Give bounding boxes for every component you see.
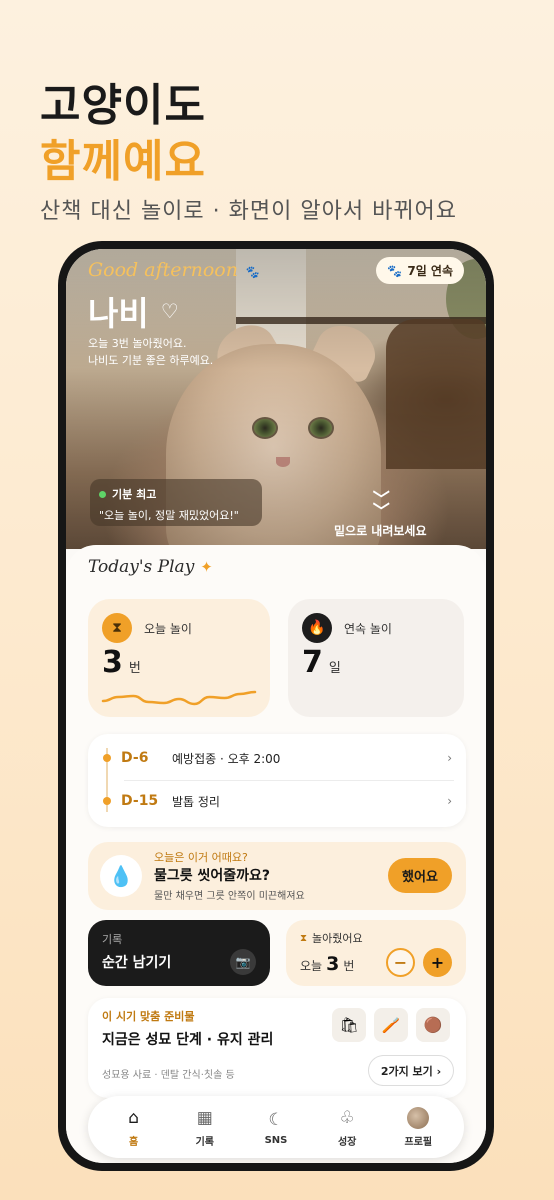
cat-description-line2: 나비도 기분 좋은 하루예요. [88,354,214,367]
streak-badge[interactable]: 🐾 7일 연속 [376,257,464,284]
chevron-down-icon: ﹀ ﹀ [372,490,390,522]
tab-label: SNS [264,1134,288,1146]
view-supplies-button[interactable]: 2가지 보기 › [368,1055,454,1086]
chevron-right-icon: › [447,794,452,808]
paw-icon: 🐾 [243,265,259,279]
counter-number: 3 [326,953,340,975]
stat-value: 3번 [102,645,141,680]
section-title-text: Today's Play [88,557,195,577]
tip-subtitle: 물만 채우면 그릇 안쪽이 미끈해져요 [154,891,305,902]
supplies-subtitle: 성묘용 사료 · 덴탈 간식·칫솔 등 [102,1070,235,1081]
mood-card: 기분 최고 "오늘 놀이, 정말 재밌었어요!" [90,479,262,526]
tab-profile[interactable]: 프로필 [388,1106,448,1148]
flame-icon: 🔥 [302,613,332,643]
tip-title: 물그릇 씻어줄까요? [154,868,271,884]
avatar-icon [407,1106,430,1129]
supplies-card: 이 시기 맞춤 준비물 지금은 성묘 단계 · 유지 관리 성묘용 사료 · 덴… [88,998,466,1098]
dday-tag: D-6 [121,750,149,766]
scroll-hint[interactable]: ﹀ ﹀ 밑으로 내려보세요 [334,490,427,539]
ribbon-icon: ⧗ [102,613,132,643]
stat-number: 3 [102,645,123,680]
cat-name: 나비 ♡ [88,287,179,335]
schedule-item[interactable]: D-15 발톱 정리 › [88,781,466,821]
record-moment-card[interactable]: 기록 순간 남기기 📷 [88,920,270,986]
hero-title-line2: 함께예요 [40,136,206,187]
counter-prefix: 오늘 [300,959,323,973]
stat-unit: 일 [328,661,341,676]
phone-frame: Good afternoon 🐾 🐾 7일 연속 나비 ♡ 오늘 3번 놀아줬어요. … [58,241,494,1171]
dday-tag: D-15 [121,793,159,809]
timeline-dot [103,754,111,762]
schedule-card: D-6 예방접종 · 오후 2:00 › D-15 발톱 정리 › [88,734,466,827]
toothbrush-icon[interactable]: 🪥 [374,1008,408,1042]
tab-growth[interactable]: ♧ 성장 [317,1107,377,1148]
tab-label: 성장 [337,1136,357,1148]
cat-name-text: 나비 [88,294,149,333]
counter-label: 놀아줬어요 [312,932,363,945]
greeting-text: Good afternoon [88,259,238,281]
stat-unit: 번 [128,661,141,676]
stat-value: 7일 [302,645,341,680]
bottom-tab-bar: ⌂ 홈 ▦ 기록 ☾ SNS ♧ 성장 프로필 [88,1096,464,1158]
grid-icon: ▦ [196,1107,213,1128]
counter-unit: 번 [343,959,355,973]
supplies-kicker: 이 시기 맞춤 준비물 [102,1010,195,1023]
scroll-hint-label: 밑으로 내려보세요 [334,524,427,538]
cat-description-line1: 오늘 3번 놀아줬어요. [88,337,187,350]
tip-kicker: 오늘은 이거 어때요? [154,851,248,864]
home-icon: ⌂ [128,1107,139,1128]
record-label: 기록 [102,933,123,946]
food-bag-icon[interactable]: 🛍 [332,1008,366,1042]
chevron-right-icon: › [447,751,452,765]
hero-title-line1: 고양이도 [40,80,206,131]
tip-card: 💧 오늘은 이거 어때요? 물그릇 씻어줄까요? 물만 채우면 그릇 안쪽이 미… [88,842,466,910]
heart-icon[interactable]: ♡ [161,299,179,323]
stat-card-streak[interactable]: 🔥 연속 놀이 7일 [288,599,464,717]
hero-heading: 고양이도 함께예요 [40,78,206,190]
treat-icon[interactable]: 🟤 [416,1008,450,1042]
record-title: 순간 남기기 [102,955,172,971]
play-counter-card: ⧗ 놀아줬어요 오늘 3 번 − + [286,920,466,986]
decrement-button[interactable]: − [386,948,415,977]
tab-home[interactable]: ⌂ 홈 [104,1107,164,1148]
counter-value: 오늘 3 번 [300,953,354,975]
mood-label: 기분 최고 [112,488,157,501]
play-sparkline [101,690,257,706]
status-dot-icon [99,490,106,498]
tab-label: 홈 [128,1136,139,1148]
mood-quote: "오늘 놀이, 정말 재밌었어요!" [99,509,239,522]
stat-label: 오늘 놀이 [144,622,192,636]
tab-label: 기록 [195,1136,214,1148]
app-screen: Good afternoon 🐾 🐾 7일 연속 나비 ♡ 오늘 3번 놀아줬어요. … [66,249,486,1163]
schedule-item[interactable]: D-6 예방접종 · 오후 2:00 › [88,738,466,778]
ribbon-icon: ⧗ [300,932,308,944]
stat-number: 7 [302,645,323,680]
schedule-text: 발톱 정리 [172,794,220,809]
schedule-text: 예방접종 · 오후 2:00 [172,751,281,766]
stat-label: 연속 놀이 [344,622,392,636]
camera-icon[interactable]: 📷 [230,949,256,975]
greeting: Good afternoon 🐾 [88,259,259,281]
section-title: Today's Play ✦ [88,557,213,577]
sprout-icon: ♧ [339,1107,355,1128]
sns-icon: ☾ [268,1109,284,1130]
streak-badge-label: 7일 연속 [407,264,453,278]
timeline-dot [103,797,111,805]
tab-label: 프로필 [404,1136,433,1148]
tab-sns[interactable]: ☾ SNS [246,1109,306,1146]
stat-card-today[interactable]: ⧗ 오늘 놀이 3번 [88,599,270,717]
water-drop-icon: 💧 [100,855,142,897]
tab-record[interactable]: ▦ 기록 [175,1107,235,1148]
cat-description: 오늘 3번 놀아줬어요. 나비도 기분 좋은 하루예요. [88,335,213,369]
supplies-title: 지금은 성묘 단계 · 유지 관리 [102,1032,274,1048]
sparkle-icon: ✦ [200,558,213,576]
hero-subtitle: 산책 대신 놀이로 · 화면이 알아서 바뀌어요 [40,199,458,224]
tip-done-button[interactable]: 했어요 [388,858,452,893]
sparkline-path [101,690,257,706]
paw-icon: 🐾 [387,263,403,278]
increment-button[interactable]: + [423,948,452,977]
